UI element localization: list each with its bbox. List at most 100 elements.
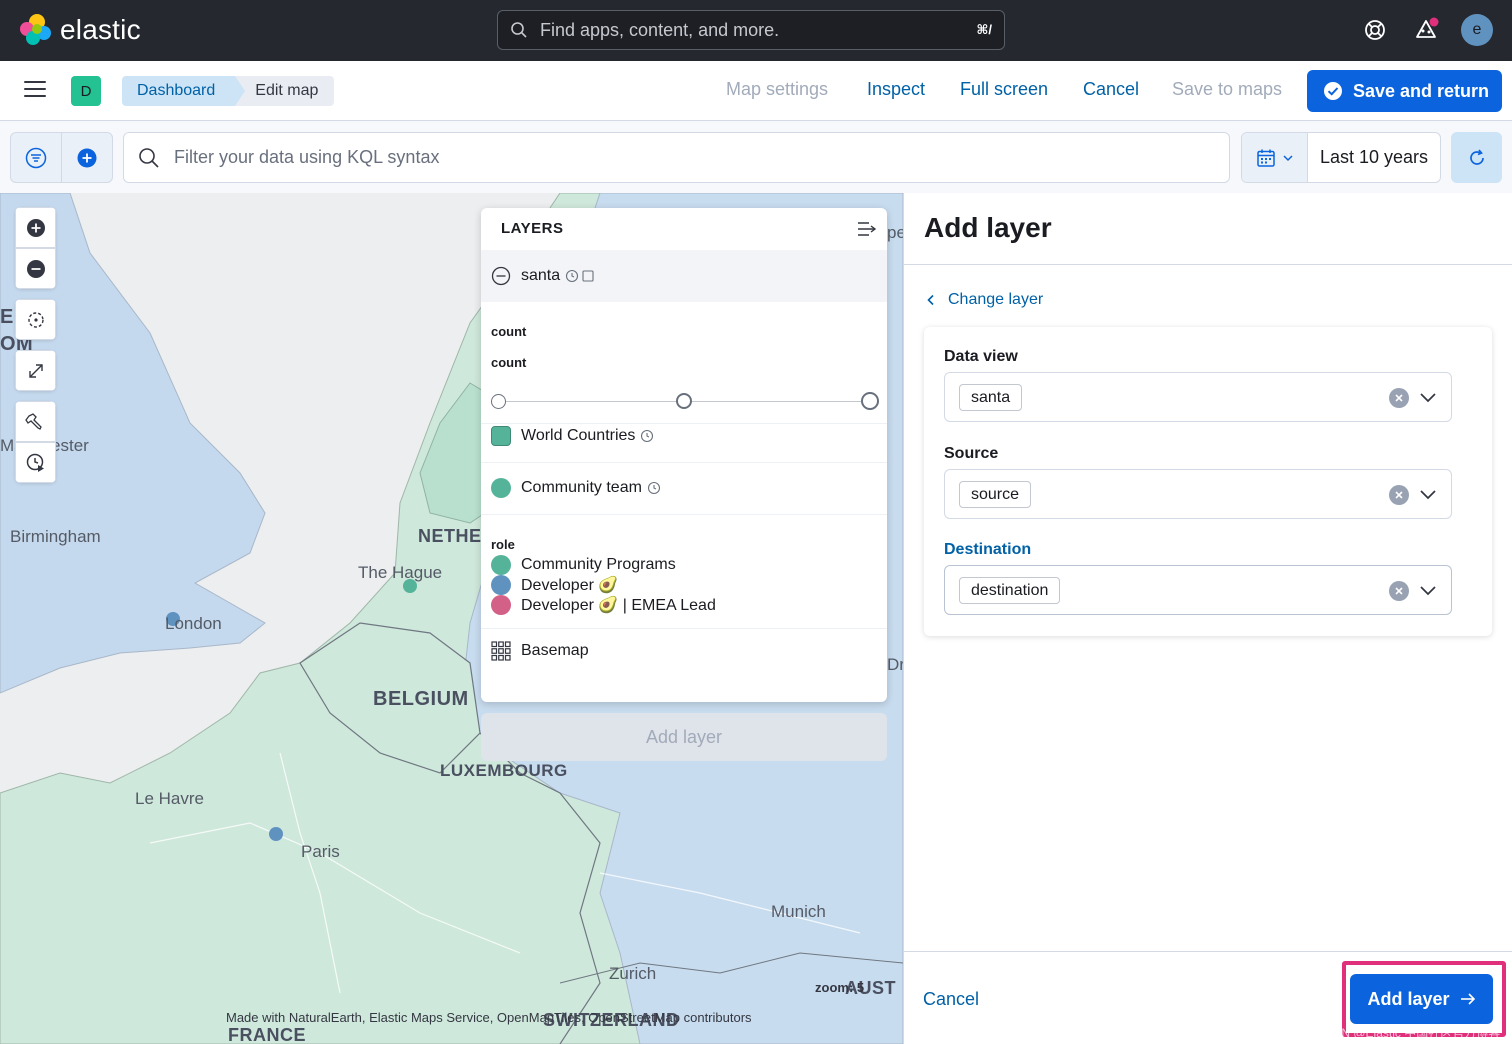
breadcrumb: Dashboard Edit map xyxy=(122,76,335,106)
check-circle-icon xyxy=(1324,82,1342,100)
elastic-logo[interactable]: elastic xyxy=(20,14,141,46)
filter-menu-button[interactable] xyxy=(11,133,62,182)
global-search-input[interactable]: Find apps, content, and more. ⌘/ xyxy=(497,10,1005,50)
data-view-label: Data view xyxy=(944,348,1018,365)
layer-name-santa: santa xyxy=(521,267,561,284)
menu-right-icon xyxy=(858,222,877,236)
map-label-paris: Paris xyxy=(301,842,340,861)
zoom-in-button[interactable] xyxy=(15,207,56,248)
legend-size-large xyxy=(861,392,879,410)
legend-role-developer-emea: Developer 🥑 | EMEA Lead xyxy=(491,595,716,615)
timeslider-button[interactable] xyxy=(15,442,56,483)
map-label-le-havre: Le Havre xyxy=(135,789,204,808)
zoom-level: zoom: 5 xyxy=(815,980,865,995)
fit-to-data-button[interactable] xyxy=(15,299,56,340)
crosshair-icon xyxy=(27,311,44,328)
quick-menu-button[interactable] xyxy=(1242,133,1308,182)
fill-swatch-icon xyxy=(491,426,511,446)
destination-select[interactable]: destination xyxy=(944,565,1452,615)
stop-icon xyxy=(582,270,594,282)
collapse-layers-button[interactable] xyxy=(857,220,877,243)
space-avatar[interactable]: D xyxy=(71,76,101,106)
add-layer-disabled-button[interactable]: Add layer xyxy=(481,713,887,761)
source-settings-panel: Data view santa Source source Destinatio… xyxy=(924,327,1492,636)
change-layer-link[interactable]: Change layer xyxy=(926,291,1043,309)
breadcrumb-edit-map: Edit map xyxy=(235,76,335,106)
cancel-link[interactable]: Cancel xyxy=(1083,79,1139,100)
flyout-cancel-button[interactable]: Cancel xyxy=(923,989,979,1010)
clock-icon xyxy=(566,269,579,283)
legend-size-small xyxy=(491,394,506,409)
breadcrumb-dashboard[interactable]: Dashboard xyxy=(122,76,246,106)
search-placeholder: Find apps, content, and more. xyxy=(540,19,780,40)
date-picker[interactable]: Last 10 years xyxy=(1241,132,1441,183)
inspect-link[interactable]: Inspect xyxy=(867,79,925,100)
role-color-dot xyxy=(491,595,511,615)
global-header: elastic Find apps, content, and more. ⌘/… xyxy=(0,0,1512,61)
chevron-down-icon[interactable] xyxy=(1419,583,1437,602)
map-label-pe: pe xyxy=(887,223,903,242)
fullscreen-button[interactable] xyxy=(15,350,56,391)
search-shortcut: ⌘/ xyxy=(976,22,992,37)
clear-icon[interactable] xyxy=(1389,485,1409,505)
query-bar: Filter your data using KQL syntax Last 1… xyxy=(0,121,1512,193)
change-layer-label: Change layer xyxy=(948,291,1044,308)
clear-icon[interactable] xyxy=(1389,388,1409,408)
add-filter-button[interactable] xyxy=(62,133,112,182)
clock-play-icon xyxy=(26,453,44,472)
map-label-london: London xyxy=(165,614,222,633)
filter-icon xyxy=(25,147,47,168)
clear-icon[interactable] xyxy=(1389,581,1409,601)
legend-role-developer: Developer 🥑 xyxy=(491,575,618,595)
role-color-dot xyxy=(491,555,511,575)
map-attribution[interactable]: Made with NaturalEarth, Elastic Maps Ser… xyxy=(226,1010,752,1025)
save-and-return-label: Save and return xyxy=(1353,80,1490,101)
role-label: Developer 🥑 xyxy=(521,577,619,594)
chevron-down-icon[interactable] xyxy=(1419,390,1437,409)
search-icon xyxy=(139,147,159,168)
source-select[interactable]: source xyxy=(944,469,1452,519)
map-settings-link[interactable]: Map settings xyxy=(726,79,828,100)
menu-icon[interactable] xyxy=(24,81,46,99)
user-avatar[interactable]: e xyxy=(1461,14,1493,46)
help-icon[interactable] xyxy=(1359,14,1391,46)
zoom-out-button[interactable] xyxy=(15,248,56,289)
layer-row-santa[interactable]: santa xyxy=(481,250,887,302)
kql-placeholder: Filter your data using KQL syntax xyxy=(174,147,440,167)
destination-value: destination xyxy=(959,577,1061,604)
legend-role-community-programs: Community Programs xyxy=(491,555,676,575)
map-label-birmingham: Birmingham xyxy=(10,527,101,546)
layers-title: LAYERS xyxy=(501,220,564,237)
legend-role-label: role xyxy=(491,537,515,552)
plus-circle-icon xyxy=(26,218,45,237)
wrench-icon xyxy=(24,412,42,430)
search-icon xyxy=(511,22,527,38)
layer-row-community-team[interactable]: Community team xyxy=(491,478,661,498)
full-screen-link[interactable]: Full screen xyxy=(960,79,1048,100)
data-view-value: santa xyxy=(959,384,1023,411)
role-label: Developer 🥑 | EMEA Lead xyxy=(521,597,716,614)
layer-row-world-countries[interactable]: World Countries xyxy=(491,426,654,446)
tools-button[interactable] xyxy=(15,401,56,442)
map-canvas[interactable]: EI OM Manchester Birmingham The Hague NE… xyxy=(0,193,903,1044)
news-feed-icon[interactable] xyxy=(1410,14,1442,46)
map-label-zurich: Zurich xyxy=(609,964,657,983)
flyout-footer: Cancel Add layer CSDN @Elastic 中国社区官方博客 xyxy=(904,951,1512,1044)
point-swatch-icon xyxy=(491,478,511,498)
save-and-return-button[interactable]: Save and return xyxy=(1307,70,1502,112)
map-label-munich: Munich xyxy=(771,902,826,921)
flyout-title: Add layer xyxy=(924,212,1052,243)
layer-row-basemap[interactable]: Basemap xyxy=(491,641,589,661)
save-to-maps-link[interactable]: Save to maps xyxy=(1172,79,1282,100)
kql-search-input[interactable]: Filter your data using KQL syntax xyxy=(123,132,1230,183)
legend-size-medium xyxy=(676,393,692,409)
role-label: Community Programs xyxy=(521,556,676,573)
data-view-select[interactable]: santa xyxy=(944,372,1452,422)
legend-count-label: count xyxy=(491,324,527,339)
map-label-dr: Dr xyxy=(887,655,903,674)
role-color-dot xyxy=(491,575,511,595)
chevron-down-icon[interactable] xyxy=(1419,487,1437,506)
destination-label: Destination xyxy=(944,541,1032,558)
time-range-label[interactable]: Last 10 years xyxy=(1308,133,1440,182)
refresh-button[interactable] xyxy=(1451,132,1502,183)
